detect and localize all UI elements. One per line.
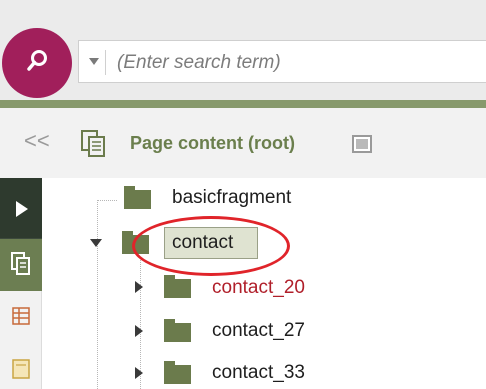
panel-header: << Page content (root) xyxy=(0,108,486,178)
divider xyxy=(105,50,106,75)
pages-button[interactable] xyxy=(0,239,42,291)
document-button[interactable] xyxy=(0,343,42,389)
tree-connector xyxy=(97,200,117,201)
expand-arrow-icon[interactable] xyxy=(135,367,143,379)
search-icon xyxy=(27,50,47,71)
search-bar: (Enter search term) xyxy=(0,0,486,100)
play-icon xyxy=(16,201,28,217)
preview-button[interactable] xyxy=(0,178,42,239)
tool-rail xyxy=(0,178,42,389)
folder-icon xyxy=(164,319,191,342)
tree-node-contact-27[interactable]: contact_27 xyxy=(130,314,370,348)
search-history-dropdown-icon[interactable] xyxy=(89,58,99,65)
collapse-arrow-icon[interactable] xyxy=(90,239,102,247)
tree-node-contact-33[interactable]: contact_33 xyxy=(130,356,370,389)
annotation-circle xyxy=(132,216,290,276)
pages-icon xyxy=(11,252,30,275)
tree-node-label: contact_33 xyxy=(212,362,305,383)
folder-icon xyxy=(124,186,151,209)
folder-icon xyxy=(164,361,191,384)
search-input[interactable]: (Enter search term) xyxy=(78,40,486,83)
collapse-panel-button[interactable]: << xyxy=(24,130,50,152)
tree-node-label: basicfragment xyxy=(172,187,292,208)
document-icon xyxy=(12,359,30,379)
expand-arrow-icon[interactable] xyxy=(135,281,143,293)
accent-divider xyxy=(0,100,486,108)
search-button[interactable] xyxy=(2,28,72,98)
search-placeholder: (Enter search term) xyxy=(117,52,281,73)
tree-node-label: contact_27 xyxy=(212,320,305,341)
image-icon xyxy=(352,135,372,153)
folder-icon xyxy=(164,275,191,298)
tree-node-basicfragment[interactable]: basicfragment xyxy=(120,181,360,215)
table-icon xyxy=(12,307,30,325)
tree-node-contact-20[interactable]: contact_20 xyxy=(130,270,370,304)
page-copy-icon xyxy=(81,130,105,157)
page-title: Page content (root) xyxy=(130,133,295,153)
table-view-button[interactable] xyxy=(0,291,42,343)
tree-node-label: contact_20 xyxy=(212,277,305,298)
expand-arrow-icon[interactable] xyxy=(135,325,143,337)
